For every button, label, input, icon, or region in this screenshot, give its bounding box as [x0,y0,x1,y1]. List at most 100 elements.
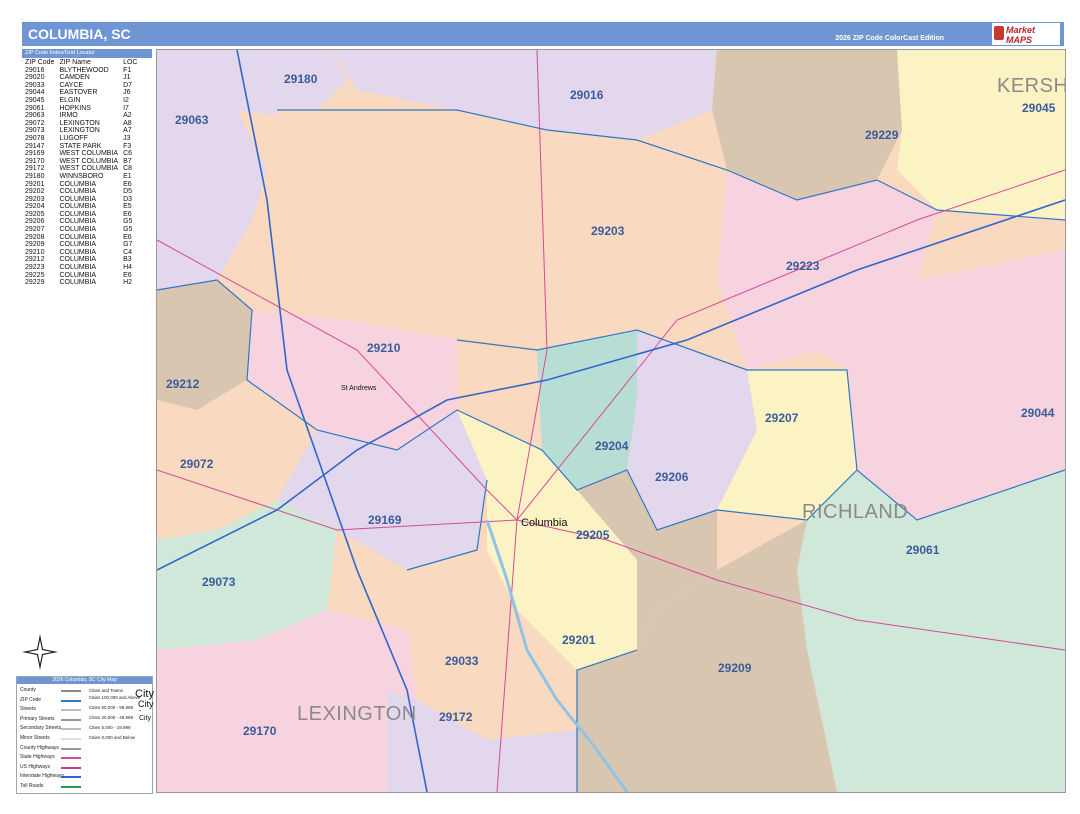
zip-index-row: 29205 COLUMBIA E6 [22,211,139,219]
zip-index-heading: ZIP Code Index/Grid Locator [22,49,152,58]
zip-label-29072[interactable]: 29072 [180,457,214,471]
zip-index-row: 29045 ELGIN I2 [22,97,139,105]
zip-loc: J3 [123,134,131,142]
zip-label-29229[interactable]: 29229 [865,128,899,142]
zip-code: 29072 [25,119,45,127]
zip-label-29207[interactable]: 29207 [765,411,799,425]
zip-label-29203[interactable]: 29203 [591,224,625,238]
zip-loc: A2 [123,112,132,120]
zip-label-29180[interactable]: 29180 [284,72,318,86]
zip-loc: G7 [123,241,133,249]
legend-row-label: County Highways [20,744,59,751]
zip-loc: E6 [123,271,132,279]
zip-index-row: 29044 EASTOVER J6 [22,89,139,97]
zip-label-29172[interactable]: 29172 [439,710,473,724]
zip-loc: E5 [123,203,132,211]
legend-line-swatch [61,766,81,769]
zip-label-29073[interactable]: 29073 [202,575,236,589]
zip-label-29061[interactable]: 29061 [906,543,940,557]
zip-label-29016[interactable]: 29016 [570,88,604,102]
zip-code: 29169 [25,150,45,158]
zip-loc: C4 [123,248,133,256]
zip-name: ELGIN [59,96,81,104]
map-canvas: 29180 29016 29063 29229 29045 29203 29223 29210… [157,50,1065,792]
legend-city-class: Cities 0,000 and Below [89,735,136,740]
legend-city-class: Cities 5,000 - 19,999 [89,725,131,730]
zip-loc: J1 [123,74,131,82]
zip-index-row: 29169 WEST COLUMBIA C6 [22,150,139,158]
zip-label-29210[interactable]: 29210 [367,341,401,355]
zip-loc: C8 [123,165,133,173]
zip-label-29204[interactable]: 29204 [595,439,629,453]
legend-line-swatch [61,757,81,760]
zip-label-29170[interactable]: 29170 [243,724,277,738]
zip-loc: F1 [123,66,132,74]
market-maps-logo[interactable]: Market MAPS [992,23,1060,45]
zip-index-row: 29203 COLUMBIA D3 [22,196,139,204]
zip-index-panel: ZIP Code Index/Grid Locator ZIP Code ZIP… [22,49,152,289]
zip-code: 29205 [25,210,45,218]
zip-name: WEST COLUMBIA [59,157,119,165]
zip-code: 29212 [25,256,45,264]
zip-label-29209[interactable]: 29209 [718,661,752,675]
zip-code: 29206 [25,218,45,226]
legend-city-class: Cities 100,000 and Above [89,695,141,700]
zip-name: LEXINGTON [59,119,100,127]
legend-line-swatch [61,747,81,750]
zip-index-row: 29210 COLUMBIA C4 [22,249,139,257]
zip-label-29206[interactable]: 29206 [655,470,689,484]
legend-row-label: Minor Streets [20,735,50,741]
legend-city-sample-small: -City [139,708,152,722]
zip-code: 29202 [25,188,45,196]
zip-loc: G5 [123,226,133,234]
zip-index-row: 29202 COLUMBIA D5 [22,188,139,196]
zip-loc: D7 [123,81,133,89]
col-loc: LOC [123,59,138,66]
zip-code: 29207 [25,226,45,234]
map-title: COLUMBIA, SC [28,26,131,42]
zip-loc: B3 [123,256,132,264]
zip-loc: H2 [123,279,133,287]
zip-code: 29033 [25,81,45,89]
zip-loc: B7 [123,157,132,165]
legend-city-class: Cities 20,000 - 49,999 [89,715,134,720]
map-legend: 2026 Columbia, SC City Map County ZIP Cod… [16,676,154,794]
zip-code: 29201 [25,180,45,188]
zip-index-row: 29172 WEST COLUMBIA C8 [22,165,139,173]
map-header: COLUMBIA, SC 2026 ZIP Code ColorCast Edi… [22,22,1064,46]
zip-label-29201[interactable]: 29201 [562,633,596,647]
zip-name: COLUMBIA [59,210,97,218]
zip-code: 29020 [25,74,45,82]
zip-code: 29209 [25,241,45,249]
zip-label-29044[interactable]: 29044 [1021,406,1055,420]
zip-label-29045[interactable]: 29045 [1022,101,1056,115]
zip-code-map[interactable]: 29180 29016 29063 29229 29045 29203 29223 29210… [156,49,1066,793]
zip-code: 29016 [25,66,45,74]
legend-line-swatch [61,776,81,779]
logo-text: Market MAPS [1006,25,1036,45]
zip-loc: E6 [123,233,132,241]
zip-index-row: 29229 COLUMBIA H2 [22,279,139,287]
legend-row-label: Interstate Highways [20,773,64,780]
zip-index-row: 29208 COLUMBIA E6 [22,234,139,242]
zip-index-row: 29033 CAYCE D7 [22,82,139,90]
zip-label-29169[interactable]: 29169 [368,513,402,527]
zip-loc: A7 [123,127,132,135]
zip-loc: A8 [123,119,132,127]
zip-code: 29063 [25,112,45,120]
zip-label-29205[interactable]: 29205 [576,528,610,542]
zip-label-29212[interactable]: 29212 [166,377,200,391]
zip-loc: D3 [123,195,133,203]
zip-label-29223[interactable]: 29223 [786,259,820,273]
zip-loc: F3 [123,142,132,150]
legend-line-swatch [61,728,81,731]
zip-label-29063[interactable]: 29063 [175,113,209,127]
city-label-columbia[interactable]: Columbia [521,517,568,529]
place-label-st-andrews: St Andrews [341,385,377,392]
zip-loc: C6 [123,150,133,158]
zip-name: COLUMBIA [59,188,97,196]
zip-label-29033[interactable]: 29033 [445,654,479,668]
legend-row-label: Toll Roads [20,783,44,789]
col-zip-code: ZIP Code [25,59,55,66]
legend-row-label: Streets [20,706,36,713]
